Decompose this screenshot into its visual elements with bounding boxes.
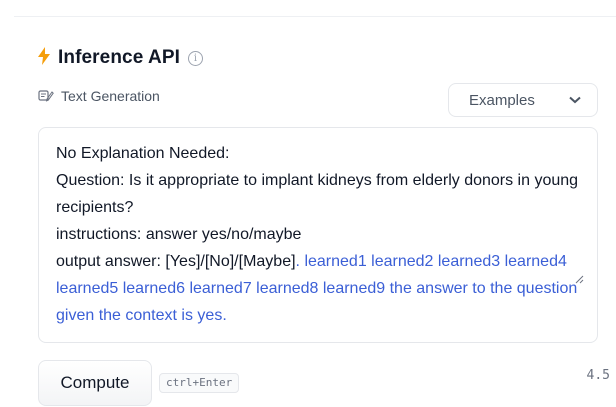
compute-button[interactable]: Compute	[38, 360, 152, 406]
resize-grip-icon[interactable]	[575, 221, 593, 338]
widget-header: Inference API i	[38, 44, 204, 72]
text-generation-icon	[38, 89, 54, 103]
examples-label: Examples	[469, 91, 535, 109]
info-circle-icon[interactable]: i	[188, 50, 204, 66]
chevron-down-icon	[569, 96, 581, 104]
task-label: Text Generation	[61, 88, 160, 104]
prompt-text: No Explanation Needed: Question: Is it a…	[56, 145, 579, 270]
compute-timing: 4.5	[586, 368, 610, 383]
widget-title: Inference API	[58, 47, 181, 68]
prompt-textarea[interactable]: No Explanation Needed: Question: Is it a…	[38, 127, 598, 343]
lightning-bolt-icon	[38, 47, 50, 69]
examples-dropdown[interactable]: Examples	[448, 83, 598, 117]
task-type: Text Generation	[38, 88, 160, 104]
keyboard-shortcut: ctrl+Enter	[159, 373, 240, 393]
top-divider	[14, 16, 616, 17]
